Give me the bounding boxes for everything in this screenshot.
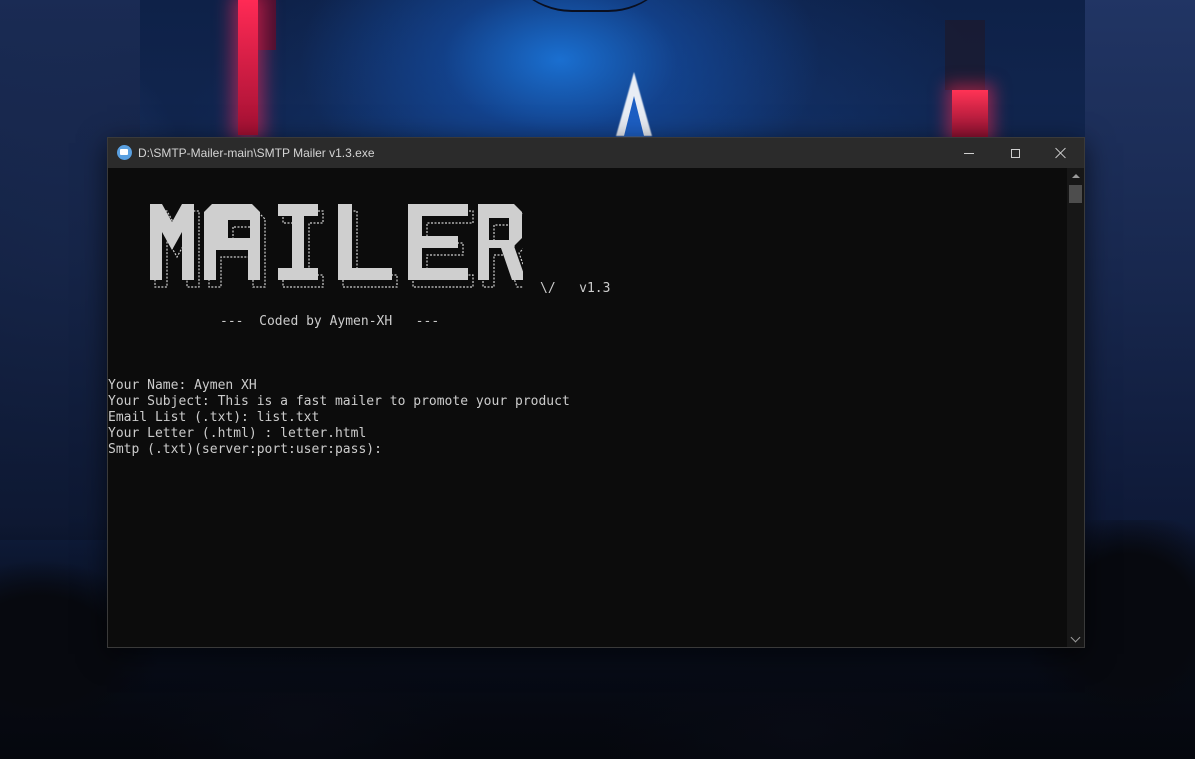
output-line-name: Your Name: Aymen XH [108,378,257,393]
credit-label: --- Coded by Aymen-XH --- [220,314,440,329]
maximize-icon [1010,148,1020,158]
chevron-up-icon [1071,174,1080,178]
wallpaper-arc [500,0,680,12]
output-line-letter: Your Letter (.html) : letter.html [108,426,367,441]
wallpaper-truss-right [945,20,985,90]
wallpaper-red-light-left [238,0,258,135]
wallpaper-light-dark [258,0,276,50]
scroll-up-button[interactable] [1067,168,1084,184]
minimize-button[interactable] [946,138,992,168]
scrollbar-thumb[interactable] [1069,185,1082,203]
close-icon [1055,147,1067,159]
maximize-button[interactable] [992,138,1038,168]
console-window[interactable]: D:\SMTP-Mailer-main\SMTP Mailer v1.3.exe [107,137,1085,648]
close-button[interactable] [1038,138,1084,168]
version-label: \/ v1.3 [540,281,611,296]
wallpaper-red-light-right [952,90,988,138]
window-title: D:\SMTP-Mailer-main\SMTP Mailer v1.3.exe [138,146,375,160]
console-output-lines: Your Name: Aymen XH Your Subject: This i… [108,378,570,458]
console-output-area[interactable]: \/ v1.3 --- Coded by Aymen-XH --- Your N… [108,168,1067,647]
vertical-scrollbar[interactable] [1067,168,1084,647]
wallpaper-wall-right [1085,0,1195,560]
scroll-down-button[interactable] [1067,631,1084,647]
output-line-email-list: Email List (.txt): list.txt [108,410,320,425]
chevron-down-icon [1070,632,1081,642]
output-line-subject: Your Subject: This is a fast mailer to p… [108,394,570,409]
output-line-smtp-prompt[interactable]: Smtp (.txt)(server:port:user:pass): [108,442,570,458]
wallpaper-light-tree-inner [624,96,644,136]
minimize-icon [964,152,974,154]
mail-app-icon [117,145,132,160]
window-titlebar[interactable]: D:\SMTP-Mailer-main\SMTP Mailer v1.3.exe [108,138,1084,168]
mailer-ascii-logo [150,204,523,288]
